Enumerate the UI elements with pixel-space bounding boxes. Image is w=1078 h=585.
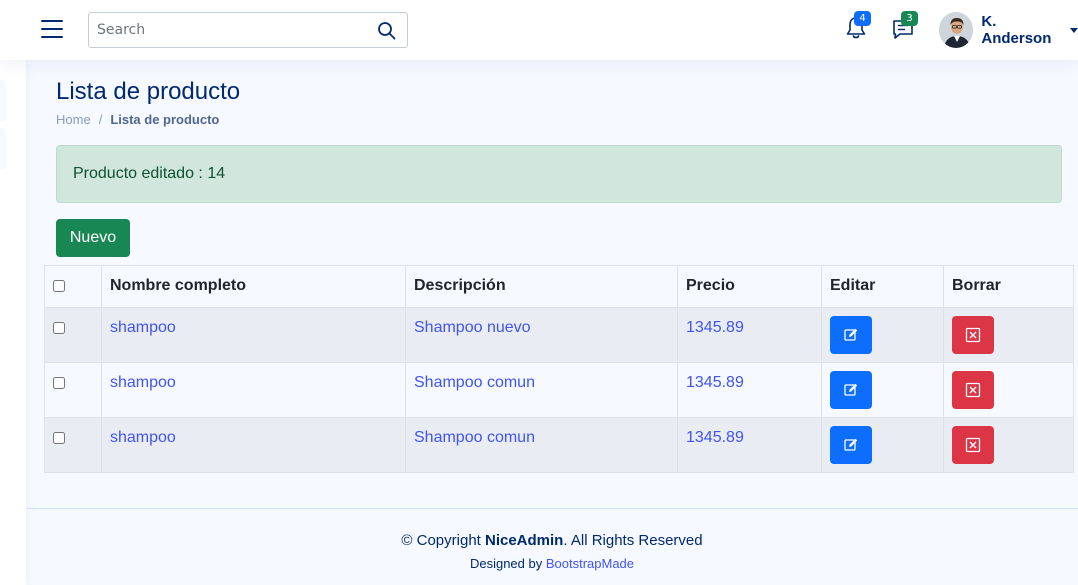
delete-button[interactable] bbox=[952, 316, 994, 354]
edit-icon bbox=[844, 383, 858, 396]
success-alert: Producto editado : 14 bbox=[56, 145, 1062, 203]
table-row: shampoo Shampoo comun 1345.89 bbox=[44, 417, 1074, 473]
product-name-cell[interactable]: shampoo bbox=[101, 307, 406, 363]
delete-cell bbox=[943, 307, 1074, 363]
breadcrumb-current: Lista de producto bbox=[110, 112, 220, 127]
product-description-cell[interactable]: Shampoo comun bbox=[405, 417, 678, 473]
close-box-icon bbox=[965, 327, 981, 343]
breadcrumb: Home / Lista de producto bbox=[56, 112, 240, 127]
row-select-cell bbox=[44, 417, 102, 473]
edit-icon bbox=[844, 328, 858, 341]
column-header-name: Nombre completo bbox=[101, 265, 406, 308]
sidebar bbox=[0, 60, 26, 585]
designer-link[interactable]: BootstrapMade bbox=[546, 556, 634, 571]
row-select-cell bbox=[44, 362, 102, 418]
copyright-suffix: . All Rights Reserved bbox=[563, 532, 703, 549]
select-all-cell bbox=[44, 265, 102, 308]
table-row: shampoo Shampoo comun 1345.89 bbox=[44, 362, 1074, 418]
product-description-cell[interactable]: Shampoo comun bbox=[405, 362, 678, 418]
breadcrumb-home-link[interactable]: Home bbox=[56, 112, 91, 127]
avatar bbox=[939, 12, 974, 48]
search-icon[interactable] bbox=[377, 21, 397, 41]
credits-prefix: Designed by bbox=[469, 556, 546, 571]
product-name-cell[interactable]: shampoo bbox=[101, 362, 406, 418]
delete-cell bbox=[943, 417, 1074, 473]
close-box-icon bbox=[965, 382, 981, 398]
edit-cell bbox=[821, 307, 944, 363]
column-header-delete: Borrar bbox=[943, 265, 1074, 308]
edit-button[interactable] bbox=[830, 426, 872, 464]
delete-button[interactable] bbox=[952, 426, 994, 464]
sidebar-item[interactable] bbox=[0, 128, 6, 170]
edit-icon bbox=[844, 438, 858, 451]
column-header-edit: Editar bbox=[821, 265, 944, 308]
credits: Designed by BootstrapMade bbox=[26, 556, 1078, 571]
edit-cell bbox=[821, 417, 944, 473]
product-name-cell[interactable]: shampoo bbox=[101, 417, 406, 473]
menu-toggle-icon[interactable] bbox=[41, 19, 63, 39]
column-header-description: Descripción bbox=[405, 265, 678, 308]
copyright: © Copyright NiceAdmin. All Rights Reserv… bbox=[26, 532, 1078, 549]
search-input[interactable] bbox=[89, 13, 369, 47]
page-title: Lista de producto bbox=[56, 78, 241, 105]
profile-name: K. Anderson bbox=[981, 13, 1052, 47]
products-table: Nombre completo Descripción Precio Edita… bbox=[44, 265, 1074, 473]
profile-dropdown[interactable]: K. Anderson bbox=[939, 12, 1078, 48]
messages-badge: 3 bbox=[901, 11, 918, 26]
edit-button[interactable] bbox=[830, 316, 872, 354]
select-all-checkbox[interactable] bbox=[53, 280, 65, 292]
delete-button[interactable] bbox=[952, 371, 994, 409]
close-box-icon bbox=[965, 437, 981, 453]
search-bar bbox=[88, 12, 408, 48]
chevron-down-icon bbox=[1070, 27, 1078, 33]
new-product-button[interactable]: Nuevo bbox=[56, 219, 130, 257]
notifications-badge: 4 bbox=[854, 11, 871, 26]
top-header: 4 3 K. Anderson bbox=[0, 0, 1078, 60]
row-checkbox[interactable] bbox=[53, 432, 65, 444]
row-checkbox[interactable] bbox=[53, 377, 65, 389]
messages-button[interactable]: 3 bbox=[891, 11, 918, 41]
product-price-cell[interactable]: 1345.89 bbox=[677, 417, 822, 473]
notifications-button[interactable]: 4 bbox=[844, 11, 871, 41]
table-header-row: Nombre completo Descripción Precio Edita… bbox=[44, 265, 1074, 308]
row-select-cell bbox=[44, 307, 102, 363]
product-description-cell[interactable]: Shampoo nuevo bbox=[405, 307, 678, 363]
product-price-cell[interactable]: 1345.89 bbox=[677, 307, 822, 363]
brand-name: NiceAdmin bbox=[485, 532, 564, 549]
edit-cell bbox=[821, 362, 944, 418]
row-checkbox[interactable] bbox=[53, 322, 65, 334]
copyright-prefix: © Copyright bbox=[401, 532, 485, 549]
column-header-price: Precio bbox=[677, 265, 822, 308]
breadcrumb-separator: / bbox=[98, 112, 103, 127]
footer: © Copyright NiceAdmin. All Rights Reserv… bbox=[26, 508, 1078, 585]
page-title-section: Lista de producto Home / Lista de produc… bbox=[56, 78, 240, 127]
product-price-cell[interactable]: 1345.89 bbox=[677, 362, 822, 418]
delete-cell bbox=[943, 362, 1074, 418]
table-row: shampoo Shampoo nuevo 1345.89 bbox=[44, 307, 1074, 363]
edit-button[interactable] bbox=[830, 371, 872, 409]
sidebar-item[interactable] bbox=[0, 80, 6, 122]
